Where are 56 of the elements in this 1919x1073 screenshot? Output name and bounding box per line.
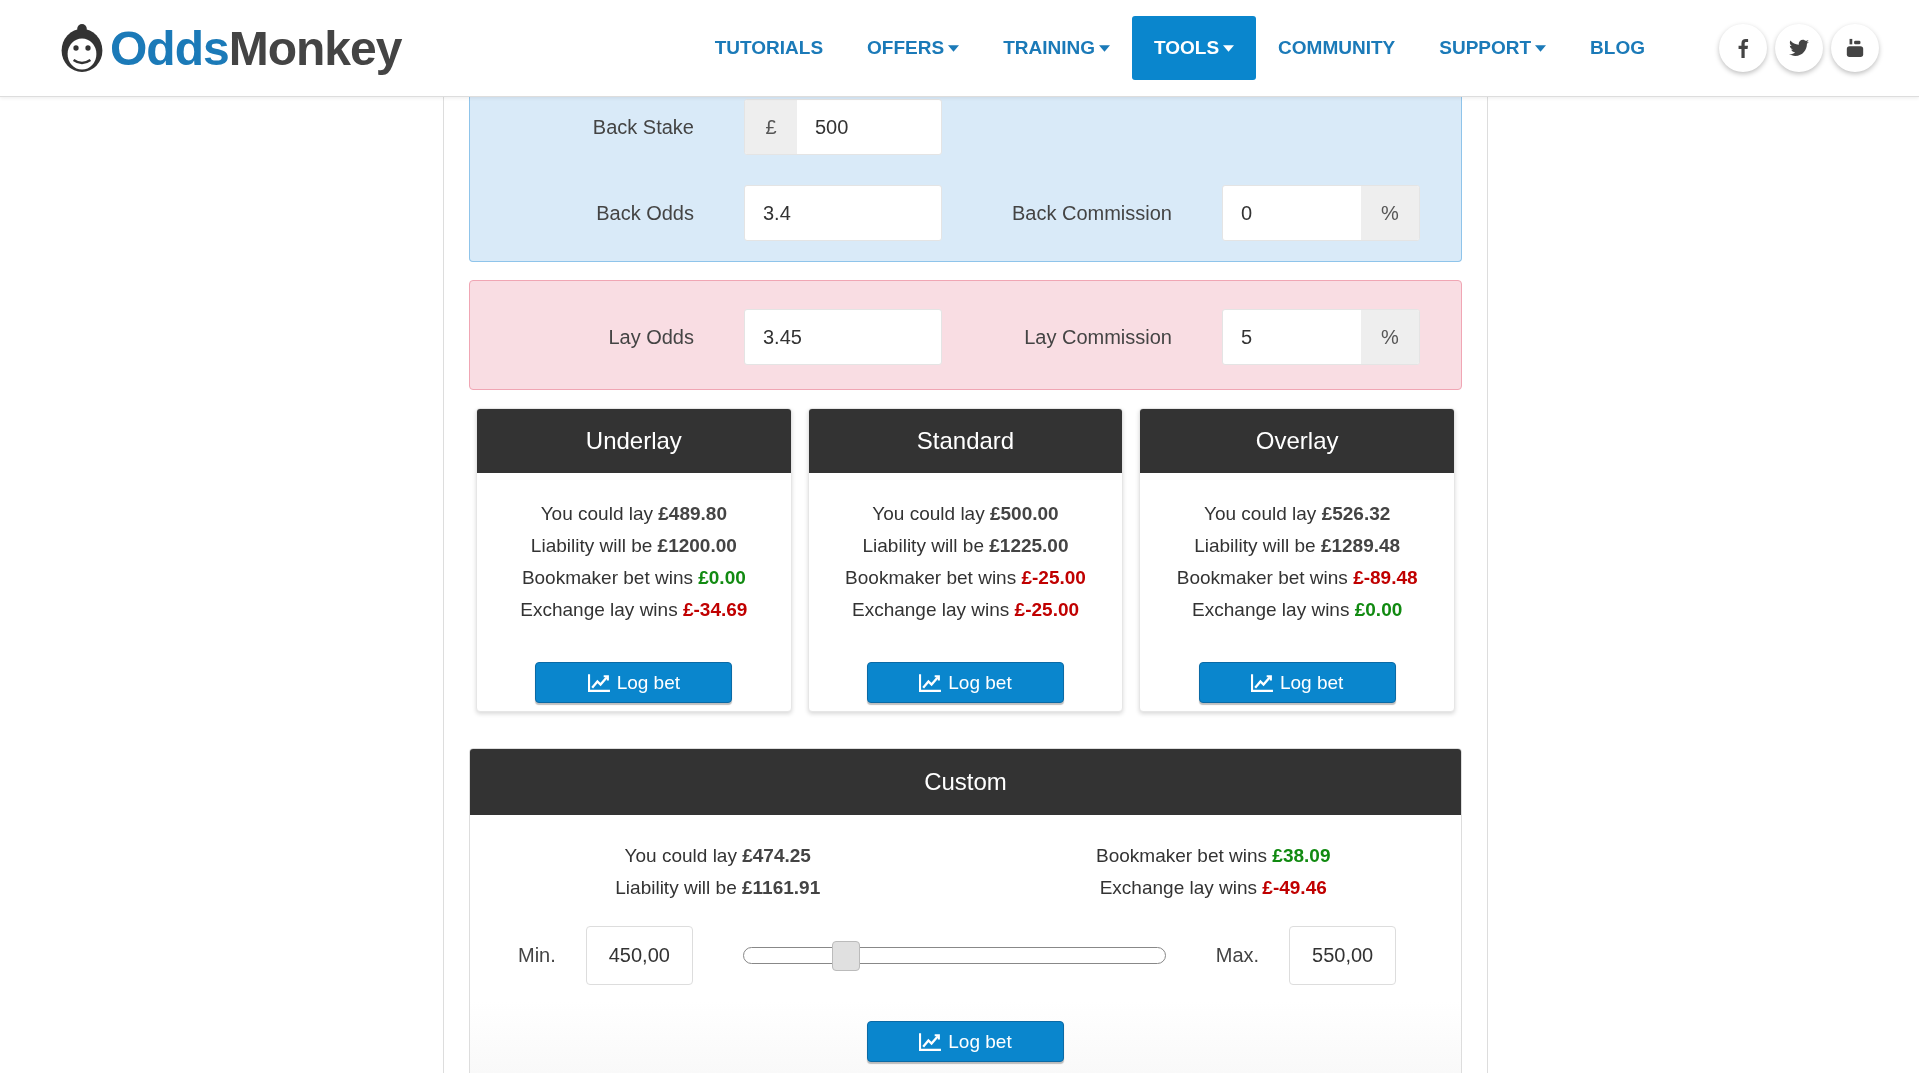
result-line: Bookmaker bet wins £38.09 — [1096, 844, 1331, 868]
panel-title: Custom — [470, 749, 1461, 815]
line-chart-icon — [919, 673, 943, 692]
logo-text[interactable]: OddsMonkey — [110, 20, 402, 76]
min-field[interactable]: 450,00 — [585, 926, 693, 985]
facebook-link[interactable] — [1719, 24, 1767, 72]
result-line: You could lay £500.00 — [872, 502, 1059, 526]
field-label: Min. — [518, 944, 556, 967]
field-label: Back Commission — [1010, 201, 1172, 225]
line-chart-icon — [1250, 673, 1274, 692]
log-bet-button[interactable]: Log bet — [1198, 662, 1396, 703]
log-bet-button[interactable]: Log bet — [535, 662, 733, 703]
result-line: Exchange lay wins £0.00 — [1192, 598, 1403, 622]
field-label: Back Odds — [595, 201, 694, 225]
nav-link[interactable]: BLOG — [1568, 16, 1667, 80]
card-title: Underlay — [477, 409, 791, 473]
log-bet-button[interactable]: Log bet — [867, 1021, 1064, 1062]
result-line: Bookmaker bet wins £-89.48 — [1176, 566, 1418, 590]
result-line: Bookmaker bet wins £0.00 — [521, 566, 746, 590]
result-line: Exchange lay wins £-34.69 — [520, 598, 748, 622]
range-slider[interactable] — [742, 940, 1166, 971]
line-chart-icon — [919, 1032, 943, 1051]
back-odds-field[interactable]: 3.4 — [744, 185, 942, 241]
result-line: Bookmaker bet wins £-25.00 — [845, 566, 1086, 590]
field-label: Max. — [1215, 944, 1260, 967]
result-line: Liability will be £1225.00 — [862, 534, 1069, 558]
field-label: Lay Odds — [607, 325, 694, 349]
nav-link[interactable]: TRAINING — [981, 16, 1132, 80]
card-title: Overlay — [1140, 409, 1454, 473]
line-chart-icon — [587, 673, 611, 692]
twitter-link[interactable] — [1775, 24, 1823, 72]
result-line: You could lay £474.25 — [624, 844, 811, 868]
slider-thumb[interactable] — [832, 940, 861, 971]
result-line: Exchange lay wins £-25.00 — [851, 598, 1080, 622]
result-line: Liability will be £1289.48 — [1194, 534, 1401, 558]
nav-link[interactable]: TUTORIALS — [692, 16, 846, 80]
nav-link[interactable]: SUPPORT — [1417, 16, 1569, 80]
log-bet-button[interactable]: Log bet — [867, 662, 1064, 703]
nav-link[interactable]: COMMUNITY — [1256, 16, 1418, 80]
result-line: You could lay £489.80 — [540, 502, 727, 526]
back-commission-field[interactable]: 0 % — [1222, 185, 1420, 241]
max-field[interactable]: 550,00 — [1289, 926, 1397, 985]
back-stake-field[interactable]: £ 500 — [744, 99, 942, 155]
field-label: Lay Commission — [1023, 325, 1172, 349]
field-label: Back Stake — [591, 115, 694, 139]
result-line: Liability will be £1161.91 — [615, 876, 821, 900]
lay-odds-field[interactable]: 3.45 — [744, 309, 942, 365]
youtube-link[interactable] — [1831, 24, 1879, 72]
lay-commission-field[interactable]: 5 % — [1222, 309, 1420, 365]
result-line: Exchange lay wins £-49.46 — [1099, 876, 1327, 900]
bird-icon — [1789, 38, 1809, 58]
nav-link[interactable]: OFFERS — [845, 16, 982, 80]
result-line: You could lay £526.32 — [1204, 502, 1391, 526]
card-title: Standard — [808, 409, 1123, 473]
nav-link[interactable]: TOOLS — [1132, 16, 1257, 80]
result-line: Liability will be £1200.00 — [530, 534, 737, 558]
